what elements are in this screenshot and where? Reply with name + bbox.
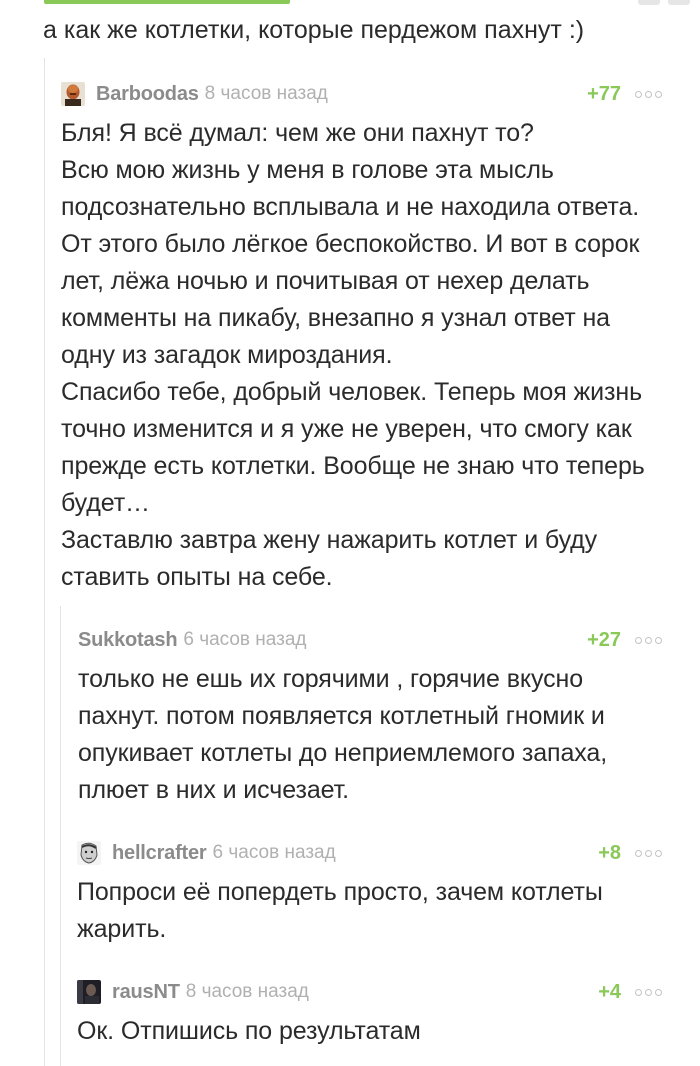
top-cutoff-bar <box>44 0 290 4</box>
more-options-icon[interactable] <box>635 90 662 98</box>
thread-line <box>44 58 45 1066</box>
comment-time: 8 часов назад <box>204 83 328 104</box>
comment-line: Попроси её попердеть просто, зачем котле… <box>77 878 603 906</box>
thread-line <box>60 606 61 1066</box>
comment-header: Barboodas 8 часов назад +77 <box>61 79 662 109</box>
comment-line: одну из загадок мироздания. <box>61 341 393 369</box>
comment-line: Спасибо тебе, добрый человек. Теперь моя… <box>61 378 642 406</box>
more-options-icon[interactable] <box>635 849 662 857</box>
comment-line: комменты на пикабу, внезапно я узнал отв… <box>61 304 610 332</box>
comment-line: точно изменится и я уже не уверен, что с… <box>61 415 632 443</box>
comment-line: только не ешь их горячими , горячие вкус… <box>78 665 584 693</box>
comment: Barboodas 8 часов назад +77 Бля! Я всё д… <box>61 79 662 596</box>
comment-line: Бля! Я всё думал: чем же они пахнут то? <box>61 119 534 147</box>
comment-line: подсознательно всплывала и не находила о… <box>61 193 640 221</box>
comment: hellcrafter 6 часов назад +8 Попроси её … <box>77 838 662 948</box>
top-cutoff-icons <box>638 0 690 5</box>
comment-rating: +4 <box>598 980 621 1003</box>
comment-username[interactable]: hellcrafter <box>112 842 207 865</box>
comment-username[interactable]: Barboodas <box>96 83 199 106</box>
avatar-dark-portrait-icon[interactable] <box>77 980 101 1004</box>
comment-line: прежде есть котлетки. Вообще не знаю что… <box>61 452 645 480</box>
comment-header: Sukkotash 6 часов назад +27 <box>78 625 662 655</box>
more-options-icon[interactable] <box>635 636 662 644</box>
comment-rating: +8 <box>598 841 621 864</box>
comment-body: Ок. Отпишись по результатам <box>77 1013 662 1050</box>
cutoff-icon <box>638 0 660 5</box>
comment-body: Бля! Я всё думал: чем же они пахнут то? … <box>61 115 662 596</box>
comment-line: От этого было лёгкое беспокойство. И вот… <box>61 230 640 258</box>
comment-line: будет… <box>61 489 150 517</box>
rating-area: +77 <box>587 79 662 109</box>
comment-rating: +27 <box>587 628 621 651</box>
comment-line: ставить опыты на себе. <box>61 563 333 591</box>
comment-header: hellcrafter 6 часов назад +8 <box>77 838 662 868</box>
comment-time: 6 часов назад <box>212 842 336 863</box>
comment-username[interactable]: rausNT <box>112 981 180 1004</box>
comment-time: 6 часов назад <box>183 629 307 650</box>
comment-line: пахнут. потом появляется котлетный гноми… <box>78 702 605 730</box>
comment-line: плюет в них и исчезает. <box>78 776 350 804</box>
avatar-bald-man-icon[interactable] <box>61 82 85 106</box>
comment-time: 8 часов назад <box>185 981 309 1002</box>
comment-line: жарить. <box>77 915 167 943</box>
cutoff-icon <box>668 0 690 5</box>
comment-body: Попроси её попердеть просто, зачем котле… <box>77 874 662 948</box>
rating-area: +8 <box>598 838 662 868</box>
comment-header: rausNT 8 часов назад +4 <box>77 977 662 1007</box>
comment-username[interactable]: Sukkotash <box>78 629 178 652</box>
comment-rating: +77 <box>587 82 621 105</box>
comment-body: только не ешь их горячими , горячие вкус… <box>78 661 662 809</box>
rating-area: +27 <box>587 625 662 655</box>
comment: rausNT 8 часов назад +4 Ок. Отпишись по … <box>77 977 662 1050</box>
avatar-sketch-face-icon[interactable] <box>77 841 101 865</box>
comment: Sukkotash 6 часов назад +27 только не еш… <box>78 625 662 809</box>
rating-area: +4 <box>598 977 662 1007</box>
comment-line: Всю мою жизнь у меня в голове эта мысль <box>61 156 554 184</box>
comment-line: лет, лёжа ночью и почитывая от нехер дел… <box>61 267 590 295</box>
parent-comment-text: а как же котлетки, которые пердежом пахн… <box>43 16 585 44</box>
comment-line: Заставлю завтра жену нажарить котлет и б… <box>61 526 598 554</box>
comment-line: Ок. Отпишись по результатам <box>77 1017 421 1045</box>
comment-line: опукивает котлеты до неприемлемого запах… <box>78 739 608 767</box>
more-options-icon[interactable] <box>635 988 662 996</box>
